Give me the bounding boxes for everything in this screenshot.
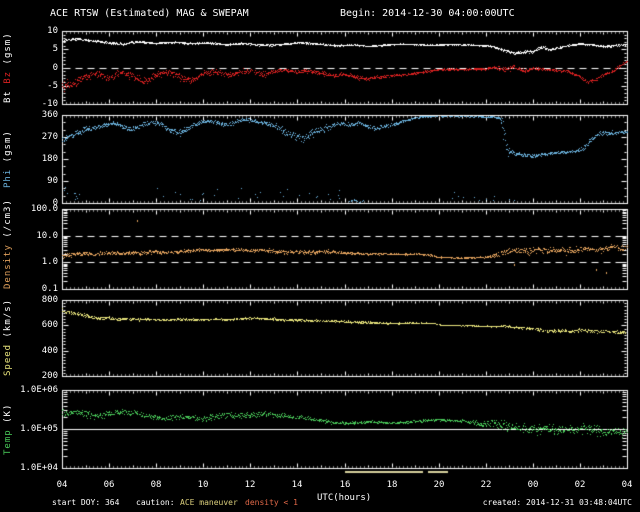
begin-timestamp: Begin: 2014-12-30 04:00:00UTC xyxy=(340,8,515,19)
created-timestamp: created: 2014-12-31 03:48:04UTC xyxy=(482,498,632,507)
density-caution-label: density < 1 xyxy=(245,498,298,507)
y-axis-label: Speed (km/s) xyxy=(3,298,13,376)
x-tick-label: 08 xyxy=(150,480,162,490)
start-doy-label: start DOY: 364 xyxy=(52,498,120,507)
plot-canvas xyxy=(0,0,640,512)
x-tick-label: 10 xyxy=(197,480,209,490)
y-axis-label: Bt Bz (gsm) xyxy=(3,32,13,103)
x-tick-label: 12 xyxy=(244,480,256,490)
x-axis-title: UTC(hours) xyxy=(317,493,372,503)
ace-rtsw-plot: ACE RTSW (Estimated) MAG & SWEPAM Begin:… xyxy=(0,0,640,512)
caution-label: caution: xyxy=(136,498,175,507)
y-axis-label: Density (/cm3) xyxy=(3,199,13,289)
x-tick-label: 22 xyxy=(480,480,492,490)
page-title: ACE RTSW (Estimated) MAG & SWEPAM xyxy=(50,8,249,19)
x-tick-label: 20 xyxy=(433,480,445,490)
y-axis-label: Phi (gsm) xyxy=(3,130,13,188)
x-tick-label: 00 xyxy=(527,480,539,490)
x-tick-label: 14 xyxy=(291,480,303,490)
ace-maneuver-label: ACE maneuver xyxy=(180,498,238,507)
x-tick-label: 18 xyxy=(386,480,398,490)
x-tick-label: 04 xyxy=(56,480,68,490)
x-tick-label: 04 xyxy=(621,480,633,490)
x-tick-label: 16 xyxy=(339,480,351,490)
x-tick-label: 06 xyxy=(103,480,115,490)
x-tick-label: 02 xyxy=(574,480,586,490)
y-axis-label: Temp (K) xyxy=(3,403,13,455)
